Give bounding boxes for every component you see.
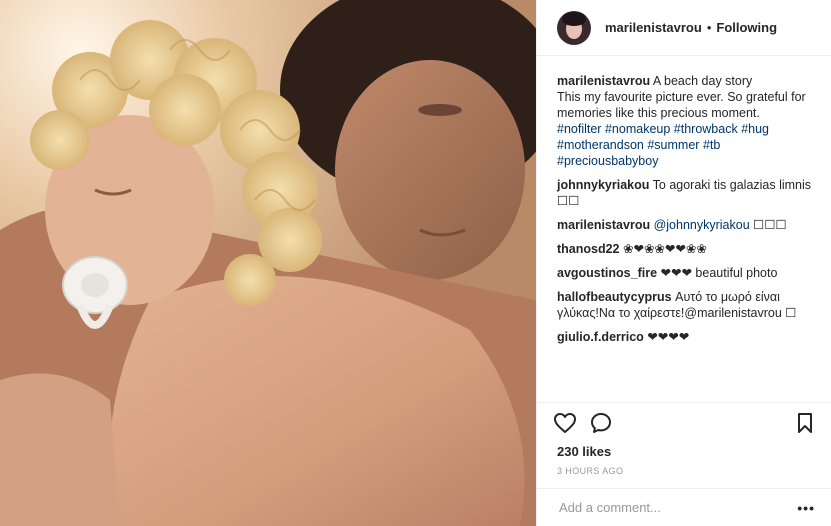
post-timestamp[interactable]: 3 HOURS AGO <box>557 466 623 476</box>
likes-count[interactable]: 230 likes <box>557 444 611 459</box>
comment-username[interactable]: avgoustinos_fire <box>557 266 657 280</box>
avatar[interactable] <box>557 10 591 45</box>
comment-text: ❤❤❤ beautiful photo <box>660 266 778 280</box>
comment-username[interactable]: thanosd22 <box>557 242 620 256</box>
caption-username[interactable]: marilenistavrou <box>557 74 650 88</box>
comment-username[interactable]: marilenistavrou <box>557 218 650 232</box>
hashtag-link[interactable]: #hug <box>741 122 769 136</box>
comments-list: marilenistavrou A beach day story This m… <box>557 73 819 353</box>
hashtag-link[interactable]: #motherandson <box>557 138 644 152</box>
post-photo[interactable] <box>0 0 536 526</box>
comment-item: giulio.f.derrico ❤❤❤❤ <box>557 329 819 345</box>
heart-icon[interactable] <box>553 411 577 435</box>
hashtag-link[interactable]: #summer <box>647 138 699 152</box>
comment-item: marilenistavrou @johnnykyriakou ☐☐☐ <box>557 217 819 233</box>
comment-text: ❤❤❤❤ <box>647 330 690 344</box>
caption-title: A beach day story <box>652 74 753 88</box>
instagram-post: marilenistavrou • Following marilenistav… <box>0 0 831 526</box>
comment-item: avgoustinos_fire ❤❤❤ beautiful photo <box>557 265 819 281</box>
comment-item: hallofbeautycyprus Αυτό το μωρό είναι γλ… <box>557 289 819 321</box>
avatar-image <box>557 10 591 45</box>
following-button[interactable]: Following <box>716 20 777 35</box>
comment-username[interactable]: giulio.f.derrico <box>557 330 644 344</box>
post-header: marilenistavrou • Following <box>537 0 831 56</box>
bookmark-icon[interactable] <box>793 411 817 435</box>
caption: marilenistavrou A beach day story This m… <box>557 73 819 169</box>
action-bar <box>537 402 831 443</box>
hashtag-link[interactable]: #tb <box>703 138 720 152</box>
header-username[interactable]: marilenistavrou <box>605 20 702 35</box>
caption-text: This my favourite picture ever. So grate… <box>557 90 806 120</box>
post-sidebar: marilenistavrou • Following marilenistav… <box>536 0 831 526</box>
comment-text: ☐☐☐ <box>753 218 787 232</box>
hashtag-link[interactable]: #preciousbabyboy <box>557 154 658 168</box>
comment-item: thanosd22 ❀❤❀❀❤❤❀❀ <box>557 241 819 257</box>
action-icons <box>537 403 831 443</box>
more-options-icon[interactable]: ••• <box>797 501 815 515</box>
comment-item: johnnykyriakou To agoraki tis galazias l… <box>557 177 819 209</box>
header-separator: • <box>706 20 712 35</box>
photo-illustration <box>0 0 536 526</box>
add-comment-bar: ••• <box>537 488 831 526</box>
comment-bubble-icon[interactable] <box>589 411 613 435</box>
comment-mention[interactable]: @johnnykyriakou <box>654 218 750 232</box>
add-comment-input[interactable] <box>557 499 781 516</box>
comment-text: ❀❤❀❀❤❤❀❀ <box>623 242 707 256</box>
hashtag-link[interactable]: #nomakeup <box>605 122 670 136</box>
comment-username[interactable]: hallofbeautycyprus <box>557 290 672 304</box>
hashtag-link[interactable]: #throwback <box>674 122 738 136</box>
hashtag-link[interactable]: #nofilter <box>557 122 601 136</box>
comment-username[interactable]: johnnykyriakou <box>557 178 649 192</box>
